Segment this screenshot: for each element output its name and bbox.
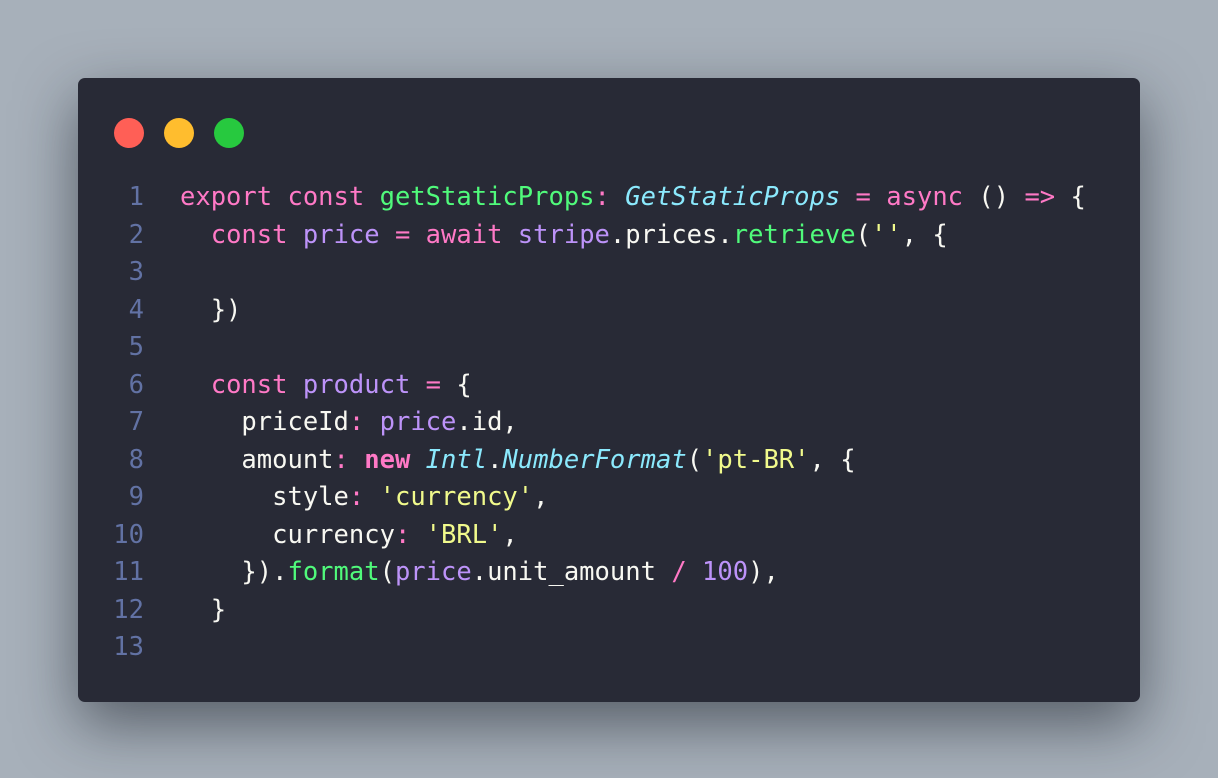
code-token: ( xyxy=(686,444,703,475)
code-token: 100 xyxy=(702,557,749,587)
code-token: () xyxy=(978,182,1025,212)
line-code: const product = { xyxy=(180,367,472,405)
line-code: }).format(price.unit_amount / 100), xyxy=(180,554,779,592)
line-number: 1 xyxy=(128,182,144,212)
code-token: const xyxy=(287,182,380,212)
line-number: 2 xyxy=(128,219,144,250)
code-token: { xyxy=(456,369,472,400)
code-token: async xyxy=(870,182,979,212)
code-token: export xyxy=(180,182,288,212)
code-token: 'pt-BR' xyxy=(702,444,810,475)
code-token: .unit_amount xyxy=(471,557,672,587)
code-token: , xyxy=(533,482,549,512)
code-token: stripe xyxy=(517,219,610,250)
code-token: priceId xyxy=(180,407,349,437)
code-token: await xyxy=(425,219,518,250)
code-token: Intl xyxy=(425,444,488,475)
code-token: getStaticProps xyxy=(379,182,595,212)
code-token: NumberFormat xyxy=(502,444,687,475)
code-token: .id, xyxy=(456,407,518,437)
code-token: => xyxy=(1024,182,1056,212)
code-token: : xyxy=(594,182,626,212)
code-token: } xyxy=(180,594,227,625)
code-token: format xyxy=(287,557,380,587)
line-number: 7 xyxy=(128,407,144,437)
code-token: 'currency' xyxy=(379,482,534,512)
line-code: } xyxy=(180,592,226,630)
code-token: , xyxy=(502,519,518,550)
code-token: price xyxy=(302,219,380,250)
minimize-window-button[interactable] xyxy=(164,118,194,148)
line-number: 12 xyxy=(113,594,144,625)
code-token: const xyxy=(210,219,303,250)
code-token: : xyxy=(394,519,426,550)
code-token: .prices. xyxy=(609,219,733,250)
line-number: 10 xyxy=(113,519,144,550)
line-number: 11 xyxy=(113,557,144,587)
line-code: }) xyxy=(180,292,242,330)
code-token: currency xyxy=(180,519,395,550)
line-code: priceId: price.id, xyxy=(180,404,518,442)
code-token: = xyxy=(379,219,426,250)
line-number: 3 xyxy=(128,257,144,287)
code-token: , { xyxy=(901,219,948,250)
code-token: : xyxy=(348,482,380,512)
line-number: 6 xyxy=(128,369,144,400)
line-number: 13 xyxy=(113,632,144,662)
line-number: 9 xyxy=(128,482,144,512)
code-token: : xyxy=(348,407,380,437)
code-token: price xyxy=(394,557,472,587)
line-number: 4 xyxy=(128,294,144,325)
line-code: style: 'currency', xyxy=(180,479,549,517)
code-token: new xyxy=(364,444,426,475)
code-token: GetStaticProps xyxy=(625,182,841,212)
line-code: export const getStaticProps: GetStaticPr… xyxy=(180,179,1086,217)
code-token: . xyxy=(487,444,503,475)
code-token: }). xyxy=(180,557,288,587)
code-token: , { xyxy=(809,444,856,475)
line-number: 8 xyxy=(128,444,144,475)
code-token: 'BRL' xyxy=(425,519,503,550)
close-window-button[interactable] xyxy=(114,118,144,148)
code-token: product xyxy=(302,369,411,400)
code-token: : xyxy=(333,444,365,475)
code-token: amount xyxy=(180,444,334,475)
code-token: / xyxy=(671,557,687,587)
code-token: ), xyxy=(748,557,779,587)
code-token: ( xyxy=(379,557,395,587)
line-code: currency: 'BRL', xyxy=(180,517,518,555)
line-code: const price = await stripe.prices.retrie… xyxy=(180,217,948,255)
code-token: }) xyxy=(180,294,242,325)
code-token: = xyxy=(855,182,871,212)
code-token: const xyxy=(210,369,303,400)
code-token: '' xyxy=(870,219,902,250)
line-code: amount: new Intl.NumberFormat('pt-BR', { xyxy=(180,442,856,480)
line-number: 5 xyxy=(128,332,144,362)
code-token: = xyxy=(410,369,457,400)
code-token: ( xyxy=(855,219,871,250)
code-token: { xyxy=(1055,182,1086,212)
code-window: 1 export const getStaticProps: GetStaticP… xyxy=(78,78,1140,702)
code-token: price xyxy=(379,407,457,437)
code-token: style xyxy=(180,482,349,512)
maximize-window-button[interactable] xyxy=(214,118,244,148)
code-token: retrieve xyxy=(732,219,856,250)
